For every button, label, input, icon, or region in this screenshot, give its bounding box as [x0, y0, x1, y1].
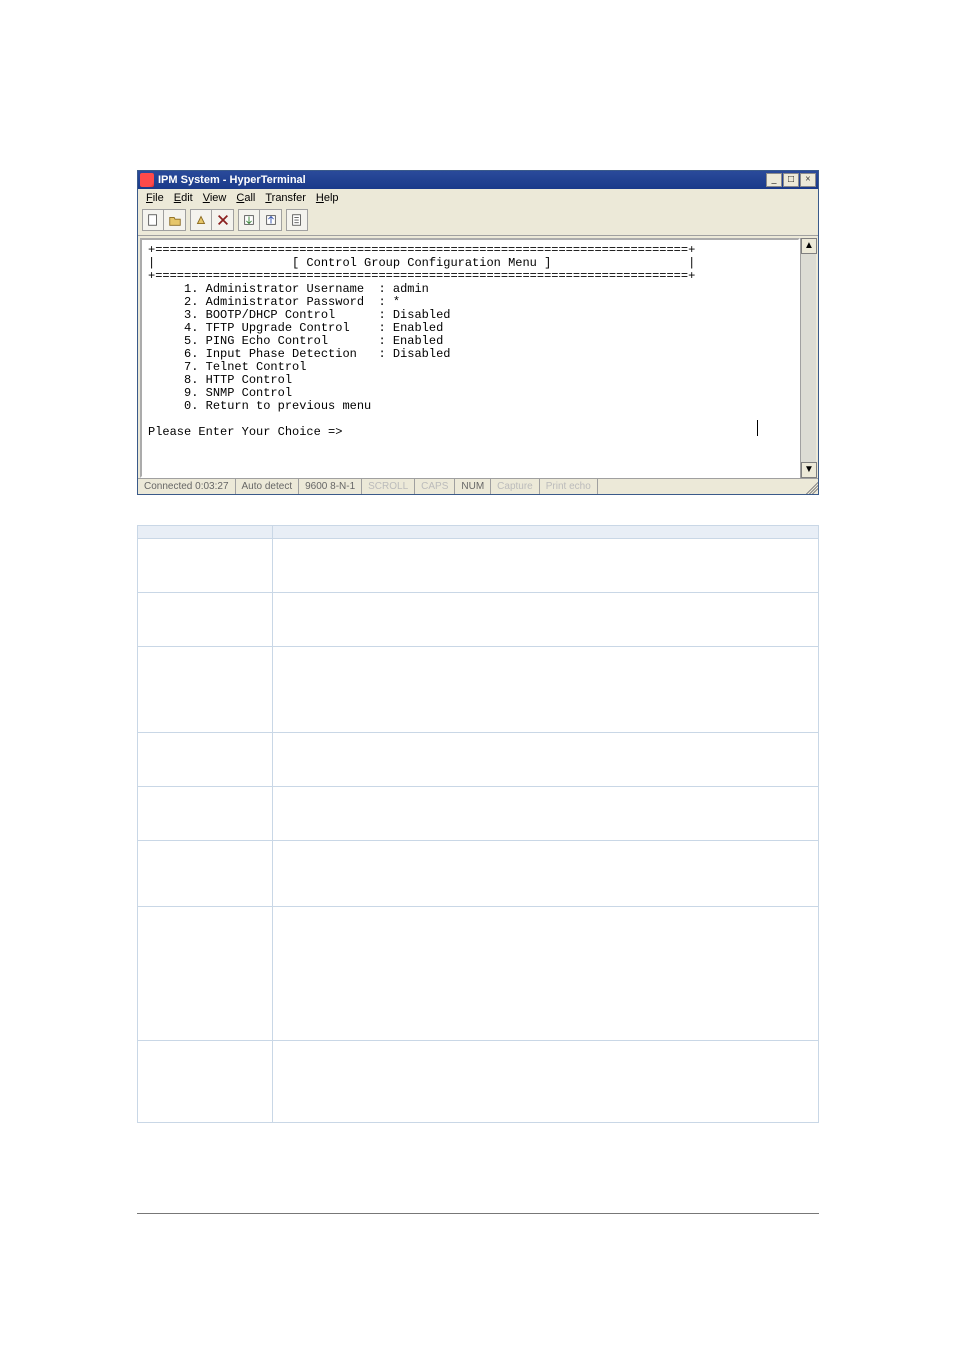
table-row	[138, 647, 819, 733]
menu-transfer[interactable]: Transfer	[261, 191, 310, 205]
status-num: NUM	[455, 479, 491, 494]
send-icon[interactable]	[238, 209, 260, 231]
table-header-option	[138, 526, 273, 539]
status-connected: Connected 0:03:27	[138, 479, 236, 494]
properties-icon[interactable]	[286, 209, 308, 231]
minimize-button[interactable]: _	[766, 173, 782, 187]
status-settings: 9600 8-N-1	[299, 479, 362, 494]
status-detect: Auto detect	[236, 479, 300, 494]
restore-button[interactable]: □	[783, 173, 799, 187]
terminal-text: +=======================================…	[142, 240, 798, 443]
status-caps: CAPS	[415, 479, 455, 494]
menu-file[interactable]: File	[142, 191, 168, 205]
app-icon	[140, 173, 154, 187]
menu-call[interactable]: Call	[232, 191, 259, 205]
toolbar	[138, 207, 818, 236]
table-row	[138, 733, 819, 787]
terminal-frame: +=======================================…	[138, 236, 818, 478]
menu-edit[interactable]: Edit	[170, 191, 197, 205]
hyperterminal-window: IPM System - HyperTerminal _ □ × File Ed…	[137, 170, 819, 495]
disconnect-icon[interactable]	[212, 209, 234, 231]
table-row	[138, 787, 819, 841]
table-row	[138, 593, 819, 647]
table-header-desc	[273, 526, 819, 539]
close-button[interactable]: ×	[800, 173, 816, 187]
table-row	[138, 907, 819, 1041]
description-table	[137, 525, 819, 1123]
terminal-cursor	[757, 420, 758, 436]
page-footer-rule	[137, 1213, 819, 1214]
statusbar: Connected 0:03:27 Auto detect 9600 8-N-1…	[138, 478, 818, 494]
terminal[interactable]: +=======================================…	[140, 238, 800, 478]
receive-icon[interactable]	[260, 209, 282, 231]
scroll-up-icon[interactable]: ▲	[801, 238, 817, 254]
table-row	[138, 539, 819, 593]
vertical-scrollbar[interactable]: ▲ ▼	[800, 238, 816, 478]
menu-view[interactable]: View	[199, 191, 231, 205]
table-row	[138, 841, 819, 907]
menu-help[interactable]: Help	[312, 191, 343, 205]
titlebar: IPM System - HyperTerminal _ □ ×	[138, 171, 818, 189]
connect-icon[interactable]	[190, 209, 212, 231]
scroll-down-icon[interactable]: ▼	[801, 462, 817, 478]
scroll-track[interactable]	[801, 254, 816, 462]
resize-grip-icon[interactable]	[802, 479, 818, 494]
new-icon[interactable]	[142, 209, 164, 231]
status-capture: Capture	[491, 479, 540, 494]
status-scroll: SCROLL	[362, 479, 415, 494]
window-title: IPM System - HyperTerminal	[158, 174, 306, 186]
table-row	[138, 1041, 819, 1123]
open-icon[interactable]	[164, 209, 186, 231]
table-header-row	[138, 526, 819, 539]
menubar: File Edit View Call Transfer Help	[138, 189, 818, 207]
status-echo: Print echo	[540, 479, 598, 494]
